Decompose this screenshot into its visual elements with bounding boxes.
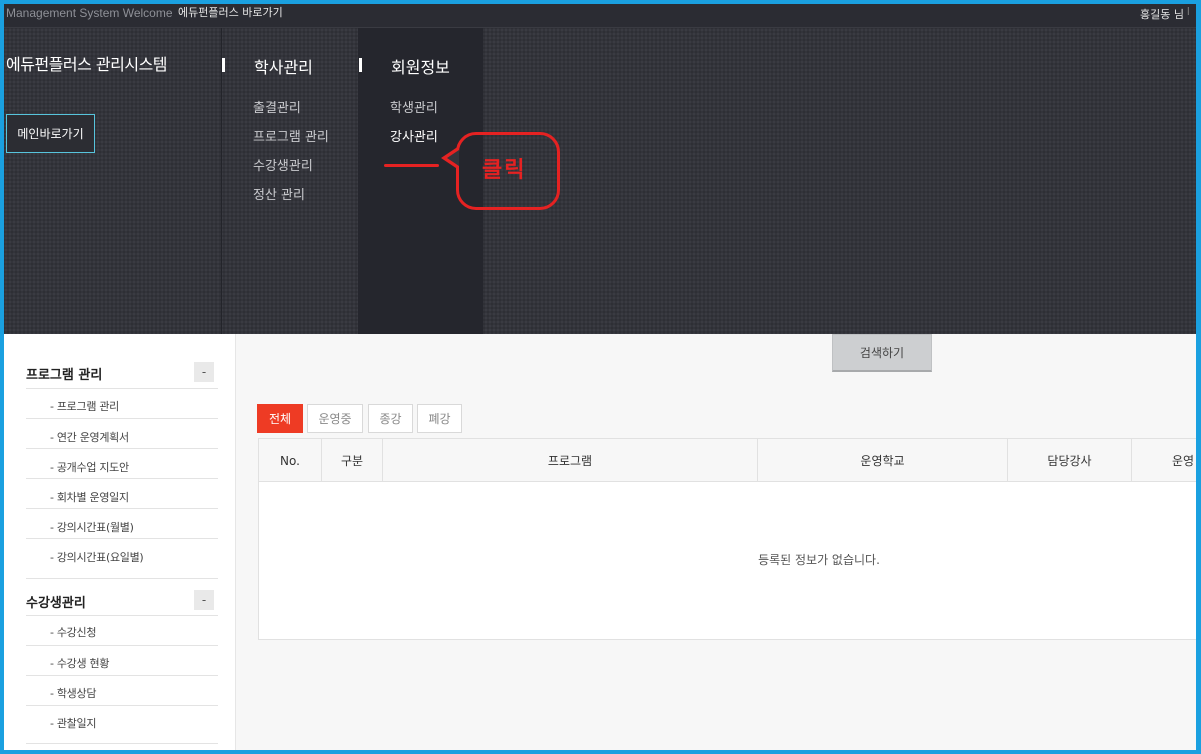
search-button[interactable]: 검색하기	[832, 334, 932, 372]
menu-item-attendance[interactable]: 출결관리	[253, 97, 301, 116]
column-header-no[interactable]: No.	[259, 439, 322, 482]
column-header-type[interactable]: 구분	[322, 439, 383, 482]
sidebar-item[interactable]: - 강의시간표(월별)	[50, 519, 134, 535]
filter-all-button[interactable]: 전체	[257, 404, 303, 433]
divider	[26, 448, 218, 449]
sidebar-item[interactable]: - 프로그램 관리	[50, 398, 119, 414]
user-name[interactable]: 홍길동 님	[1140, 6, 1184, 22]
sidebar-item[interactable]: - 회차별 운영일지	[50, 489, 129, 505]
annotation-callout-tip-inner	[447, 150, 459, 166]
menu-member[interactable]: 회원정보	[391, 54, 450, 78]
menu-item-settlement[interactable]: 정산 관리	[253, 184, 305, 203]
divider	[26, 743, 218, 744]
column-header-program[interactable]: 프로그램	[383, 439, 758, 482]
divider	[26, 508, 218, 509]
filter-closed-button[interactable]: 폐강	[417, 404, 462, 433]
app-window: Management System Welcome 에듀펀플러스 바로가기 홍길…	[4, 4, 1196, 750]
sidebar-item[interactable]: - 관찰일지	[50, 715, 96, 731]
filter-ended-button[interactable]: 종강	[368, 404, 413, 433]
mega-menu: 에듀펀플러스 관리시스템 메인바로가기 학사관리 출결관리 프로그램 관리 수강…	[4, 28, 1196, 334]
annotation-text: 클릭	[482, 158, 527, 183]
column-header-instructor[interactable]: 담당강사	[1008, 439, 1132, 482]
sidebar-item[interactable]: - 수강신청	[50, 624, 96, 640]
menu-divider	[221, 28, 222, 334]
top-bar: Management System Welcome 에듀펀플러스 바로가기 홍길…	[4, 4, 1196, 28]
divider	[26, 705, 218, 706]
filter-running-button[interactable]: 운영중	[307, 404, 363, 433]
sidebar-group-program[interactable]: 프로그램 관리	[26, 364, 102, 383]
menu-item-student-mgmt[interactable]: 학생관리	[390, 97, 438, 116]
divider	[26, 538, 218, 539]
sidebar-group-students[interactable]: 수강생관리	[26, 592, 86, 611]
sidebar: 프로그램 관리 - - 프로그램 관리 - 연간 운영계획서 - 공개수업 지도…	[4, 334, 236, 750]
content-area: 프로그램 관리 - - 프로그램 관리 - 연간 운영계획서 - 공개수업 지도…	[4, 334, 1196, 750]
sidebar-item[interactable]: - 강의시간표(요일별)	[50, 549, 144, 565]
menu-academic[interactable]: 학사관리	[254, 54, 313, 78]
annotation-underline	[384, 164, 439, 167]
sidebar-item[interactable]: - 수강생 현황	[50, 655, 109, 671]
brand-title[interactable]: 에듀펀플러스 관리시스템	[6, 51, 168, 75]
divider	[26, 675, 218, 676]
menu-item-instructor-mgmt[interactable]: 강사관리	[390, 126, 438, 145]
divider	[26, 645, 218, 646]
menu-bar-marker	[222, 58, 225, 72]
menu-item-students[interactable]: 수강생관리	[253, 155, 313, 174]
divider	[26, 388, 218, 389]
main-home-button[interactable]: 메인바로가기	[6, 114, 95, 153]
collapse-toggle-button[interactable]: -	[194, 362, 214, 382]
table-header: No. 구분 프로그램 운영학교 담당강사 운영	[259, 439, 1196, 482]
collapse-toggle-button[interactable]: -	[194, 590, 214, 610]
divider	[26, 615, 218, 616]
menu-item-program[interactable]: 프로그램 관리	[253, 126, 329, 145]
divider	[26, 478, 218, 479]
sidebar-item[interactable]: - 학생상담	[50, 685, 96, 701]
sidebar-item[interactable]: - 공개수업 지도안	[50, 459, 129, 475]
menu-bar-marker	[359, 58, 362, 72]
empty-message: 등록된 정보가 없습니다.	[758, 553, 880, 567]
program-table: No. 구분 프로그램 운영학교 담당강사 운영 등록된 정보가 없습니다.	[258, 438, 1196, 640]
welcome-text: Management System Welcome	[6, 6, 173, 20]
topbar-separator: I	[1186, 5, 1190, 18]
divider	[26, 418, 218, 419]
column-header-operation[interactable]: 운영	[1132, 439, 1196, 482]
sidebar-item[interactable]: - 연간 운영계획서	[50, 429, 129, 445]
shortcut-link[interactable]: 에듀펀플러스 바로가기	[178, 4, 283, 20]
divider	[26, 578, 218, 579]
column-header-school[interactable]: 운영학교	[758, 439, 1008, 482]
